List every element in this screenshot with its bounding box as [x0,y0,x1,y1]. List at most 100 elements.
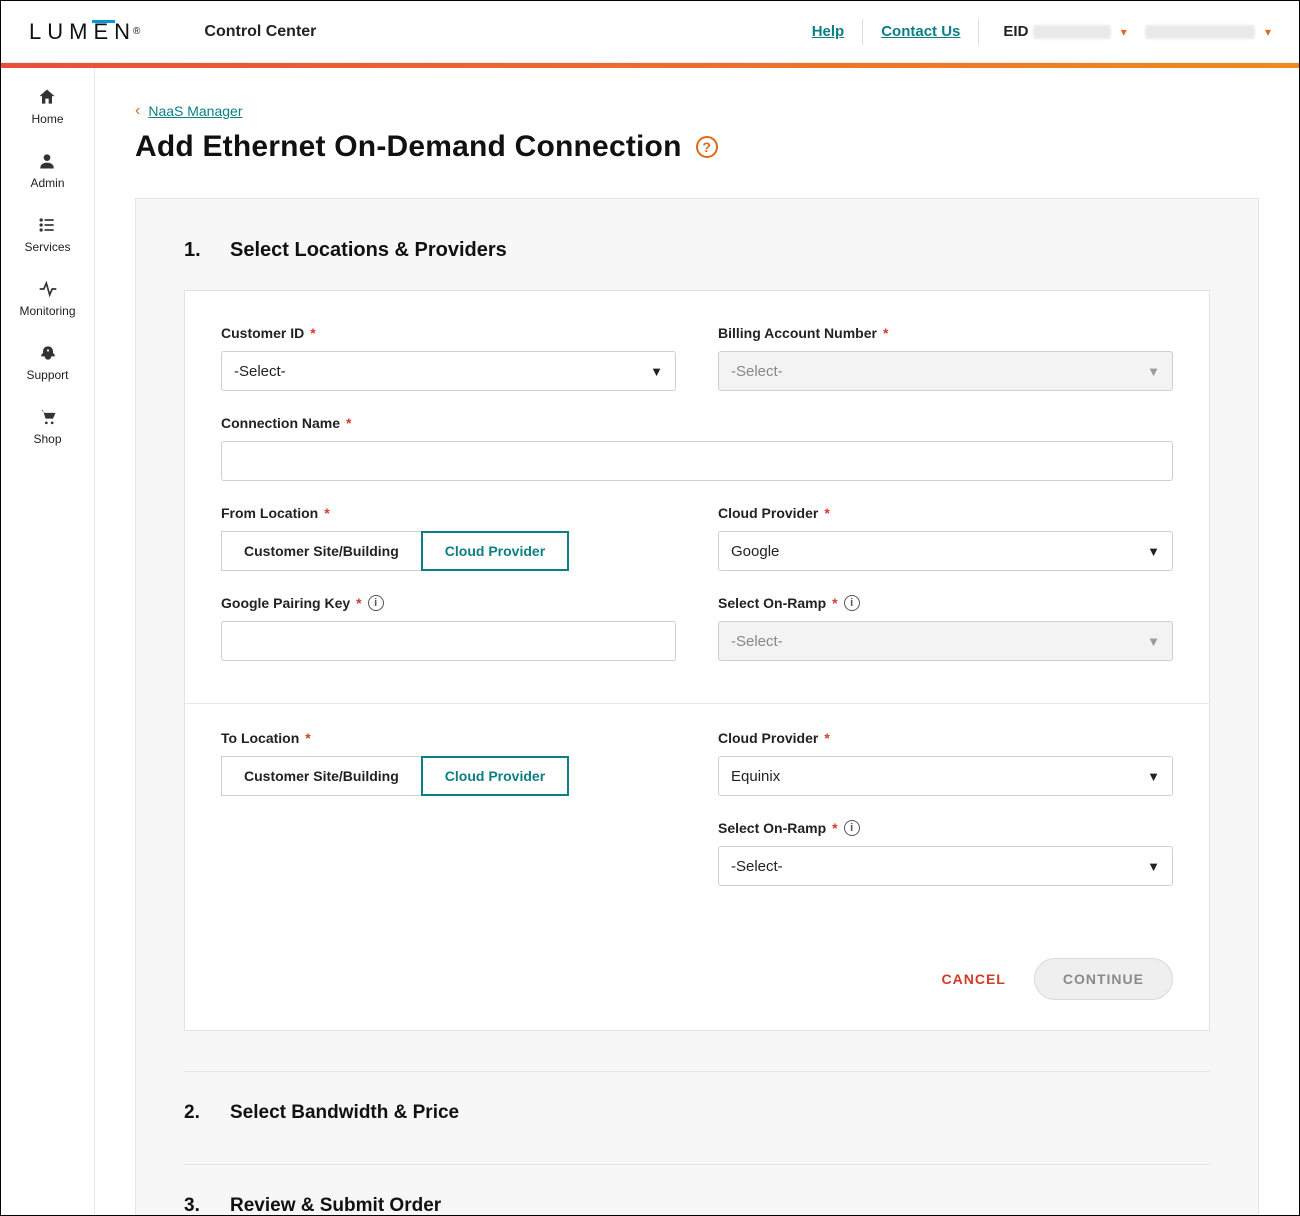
to-location-label: To Location [221,730,299,746]
from-on-ramp-label: Select On-Ramp [718,595,826,611]
to-cloud-provider-select[interactable]: Equinix ▼ [718,756,1173,796]
select-value: -Select- [234,363,286,380]
required-mark: * [832,595,837,611]
left-sidebar: Home Admin Services Monitoring Support [1,68,95,1215]
select-value: -Select- [731,858,783,875]
step-2-header: 2. Select Bandwidth & Price [184,1071,1210,1124]
to-cloud-provider-label: Cloud Provider [718,730,818,746]
cart-icon [37,406,59,428]
required-mark: * [346,415,351,431]
sidebar-item-label: Monitoring [19,304,75,318]
help-icon[interactable]: ? [696,136,718,158]
select-value: -Select- [731,633,783,650]
chevron-down-icon: ▼ [1147,634,1160,649]
cancel-button[interactable]: CANCEL [942,971,1006,987]
eid-value-redacted [1033,25,1111,39]
from-location-site-button[interactable]: Customer Site/Building [221,531,421,571]
google-pairing-key-input-wrap [221,621,676,661]
info-icon[interactable]: i [844,595,860,611]
home-icon [36,86,58,108]
customer-id-select[interactable]: -Select- ▼ [221,351,676,391]
required-mark: * [832,820,837,836]
brand-mark: ® [133,26,140,37]
sidebar-item-label: Home [31,112,63,126]
from-cloud-provider-label: Cloud Provider [718,505,818,521]
divider [978,19,979,45]
required-mark: * [324,505,329,521]
billing-account-select[interactable]: -Select- ▼ [718,351,1173,391]
chevron-down-icon[interactable]: ▾ [1121,25,1127,39]
chevron-left-icon[interactable]: ‹ [135,102,140,120]
divider [862,19,863,45]
customer-id-label: Customer ID [221,325,304,341]
breadcrumb-link-naas-manager[interactable]: NaaS Manager [148,103,242,119]
top-header: LUMEN® Control Center Help Contact Us EI… [1,1,1299,63]
to-location-cloud-button[interactable]: Cloud Provider [421,756,569,796]
required-mark: * [824,730,829,746]
step-number: 3. [184,1195,202,1215]
from-location-label: From Location [221,505,318,521]
required-mark: * [883,325,888,341]
sidebar-item-home[interactable]: Home [31,86,63,126]
google-pairing-key-input[interactable] [234,622,663,660]
info-icon[interactable]: i [844,820,860,836]
step-1-header: 1. Select Locations & Providers [184,239,1210,262]
to-on-ramp-label: Select On-Ramp [718,820,826,836]
to-location-toggle: Customer Site/Building Cloud Provider [221,756,676,796]
list-icon [36,214,58,236]
wizard-panel: 1. Select Locations & Providers Customer… [135,198,1259,1215]
step-number: 1. [184,239,202,262]
select-value: -Select- [731,363,783,380]
step-title: Review & Submit Order [230,1195,441,1215]
page-title: Add Ethernet On-Demand Connection [135,130,682,164]
chevron-down-icon: ▼ [1147,544,1160,559]
billing-account-label: Billing Account Number [718,325,877,341]
sidebar-item-label: Shop [33,432,61,446]
brand-logo: LUMEN® [29,19,140,45]
to-on-ramp-select[interactable]: -Select- ▼ [718,846,1173,886]
from-location-cloud-button[interactable]: Cloud Provider [421,531,569,571]
chevron-down-icon: ▼ [1147,769,1160,784]
sidebar-item-services[interactable]: Services [24,214,70,254]
sidebar-item-shop[interactable]: Shop [33,406,61,446]
sidebar-item-label: Services [24,240,70,254]
sidebar-item-admin[interactable]: Admin [30,150,64,190]
activity-icon [37,278,59,300]
continue-button[interactable]: CONTINUE [1034,958,1173,1000]
sidebar-item-label: Support [26,368,68,382]
connection-name-label: Connection Name [221,415,340,431]
breadcrumb: ‹ NaaS Manager [135,102,1259,120]
user-icon [36,150,58,172]
support-icon [37,342,59,364]
chevron-down-icon: ▼ [650,364,663,379]
info-icon[interactable]: i [368,595,384,611]
contact-us-link[interactable]: Contact Us [881,23,960,40]
step-title: Select Bandwidth & Price [230,1102,459,1124]
required-mark: * [310,325,315,341]
select-value: Equinix [731,768,780,785]
step-3-header: 3. Review & Submit Order [184,1164,1210,1215]
sidebar-item-label: Admin [30,176,64,190]
step-1-card: Customer ID * -Select- ▼ Billing Account… [184,290,1210,1031]
from-location-toggle: Customer Site/Building Cloud Provider [221,531,676,571]
step-title: Select Locations & Providers [230,239,507,262]
app-title: Control Center [204,23,316,41]
help-link[interactable]: Help [812,23,845,40]
from-cloud-provider-select[interactable]: Google ▼ [718,531,1173,571]
main-content: ‹ NaaS Manager Add Ethernet On-Demand Co… [95,68,1299,1215]
step-number: 2. [184,1102,202,1124]
sidebar-item-monitoring[interactable]: Monitoring [19,278,75,318]
account-name-redacted [1145,25,1255,39]
required-mark: * [305,730,310,746]
chevron-down-icon: ▼ [1147,859,1160,874]
eid-label: EID [1003,23,1028,40]
from-on-ramp-select[interactable]: -Select- ▼ [718,621,1173,661]
section-divider [185,703,1209,704]
sidebar-item-support[interactable]: Support [26,342,68,382]
chevron-down-icon: ▼ [1147,364,1160,379]
connection-name-input[interactable] [234,442,1160,480]
connection-name-input-wrap [221,441,1173,481]
chevron-down-icon[interactable]: ▾ [1265,25,1271,39]
required-mark: * [356,595,361,611]
to-location-site-button[interactable]: Customer Site/Building [221,756,421,796]
